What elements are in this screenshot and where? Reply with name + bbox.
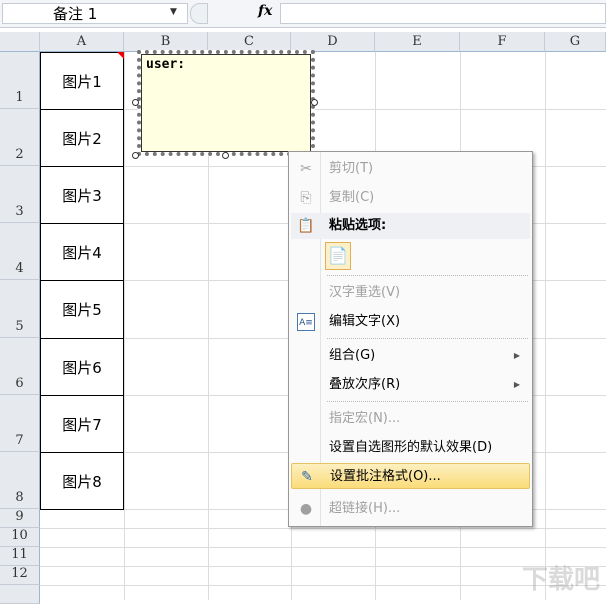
row-header[interactable]: 9 — [0, 509, 40, 528]
row-header[interactable]: 3 — [0, 166, 40, 223]
menu-item-edit-text[interactable]: A≡ 编辑文字(X) — [291, 309, 530, 335]
select-all-corner[interactable] — [0, 32, 40, 52]
formula-bar: 备注 1 ▼ fx — [0, 0, 606, 28]
row-header[interactable]: 8 — [0, 452, 40, 509]
cell-a3[interactable]: 图片3 — [40, 166, 124, 224]
menu-item-reconvert[interactable]: 汉字重选(V) — [291, 280, 530, 306]
paste-icon: 📋 — [297, 218, 315, 234]
row-header[interactable]: 10 — [0, 528, 40, 547]
row-header[interactable]: 7 — [0, 395, 40, 452]
row-header[interactable]: 6 — [0, 338, 40, 395]
name-box[interactable]: 备注 1 — [2, 3, 188, 24]
menu-item-assign-macro[interactable]: 指定宏(N)... — [291, 406, 530, 432]
menu-item-cut[interactable]: ✂ 剪切(T) — [291, 156, 530, 182]
menu-item-order[interactable]: 叠放次序(R) ▶ — [291, 372, 530, 398]
cell-a8[interactable]: 图片8 — [40, 452, 124, 510]
column-header[interactable]: F — [460, 32, 545, 52]
row-header[interactable]: 2 — [0, 109, 40, 166]
column-header[interactable]: D — [291, 32, 375, 52]
format-icon: ✎ — [301, 469, 313, 485]
menu-header-paste-options: 📋 粘贴选项: — [291, 213, 530, 239]
menu-item-group[interactable]: 组合(G) ▶ — [291, 343, 530, 369]
comment-indicator-icon — [117, 52, 124, 59]
column-header[interactable]: B — [124, 32, 208, 52]
column-header[interactable]: A — [40, 32, 124, 52]
name-box-dropdown-icon[interactable]: ▼ — [170, 7, 177, 17]
insert-function-button[interactable]: fx — [258, 3, 272, 19]
menu-item-default-effect[interactable]: 设置自选图形的默认效果(D) — [291, 435, 530, 461]
menu-item-format-comment[interactable]: ✎ 设置批注格式(O)... — [291, 463, 530, 489]
resize-handle[interactable] — [222, 152, 229, 159]
scissors-icon: ✂ — [300, 161, 312, 177]
menu-item-copy[interactable]: ⎘ 复制(C) — [291, 185, 530, 211]
cell-a2[interactable]: 图片2 — [40, 109, 124, 167]
row-header[interactable]: 12 — [0, 566, 40, 585]
formula-bar-grip — [190, 3, 208, 24]
submenu-arrow-icon: ▶ — [513, 380, 520, 389]
row-header[interactable]: 5 — [0, 280, 40, 338]
cell-a7[interactable]: 图片7 — [40, 395, 124, 453]
cell-a1[interactable]: 图片1 — [40, 52, 124, 110]
copy-icon: ⎘ — [300, 190, 312, 206]
row-header[interactable]: 1 — [0, 52, 40, 109]
column-header[interactable]: C — [208, 32, 291, 52]
formula-input[interactable] — [280, 3, 606, 24]
menu-item-hyperlink[interactable]: ● 超链接(H)... — [291, 496, 530, 522]
hyperlink-icon: ● — [299, 501, 313, 517]
context-menu: ✂ 剪切(T) ⎘ 复制(C) 📋 粘贴选项: 📄 汉字重选(V) A≡ 编辑文字(X)… — [288, 151, 533, 527]
column-header[interactable]: E — [375, 32, 460, 52]
row-header[interactable]: 4 — [0, 223, 40, 280]
resize-handle[interactable] — [311, 99, 318, 106]
submenu-arrow-icon: ▶ — [513, 351, 520, 360]
resize-handle[interactable] — [132, 152, 139, 159]
cell-a6[interactable]: 图片6 — [40, 338, 124, 396]
comment-box[interactable]: user: — [137, 50, 315, 156]
watermark-logo: 下载吧 — [521, 565, 600, 595]
resize-handle[interactable] — [132, 99, 139, 106]
edit-text-icon: A≡ — [297, 313, 315, 331]
cell-a5[interactable]: 图片5 — [40, 280, 124, 339]
row-header[interactable] — [0, 585, 40, 604]
row-header[interactable]: 11 — [0, 547, 40, 566]
comment-text[interactable]: user: — [141, 54, 311, 152]
column-header[interactable]: G — [545, 32, 606, 52]
paste-option-button[interactable]: 📄 — [325, 242, 351, 270]
cell-a4[interactable]: 图片4 — [40, 223, 124, 281]
